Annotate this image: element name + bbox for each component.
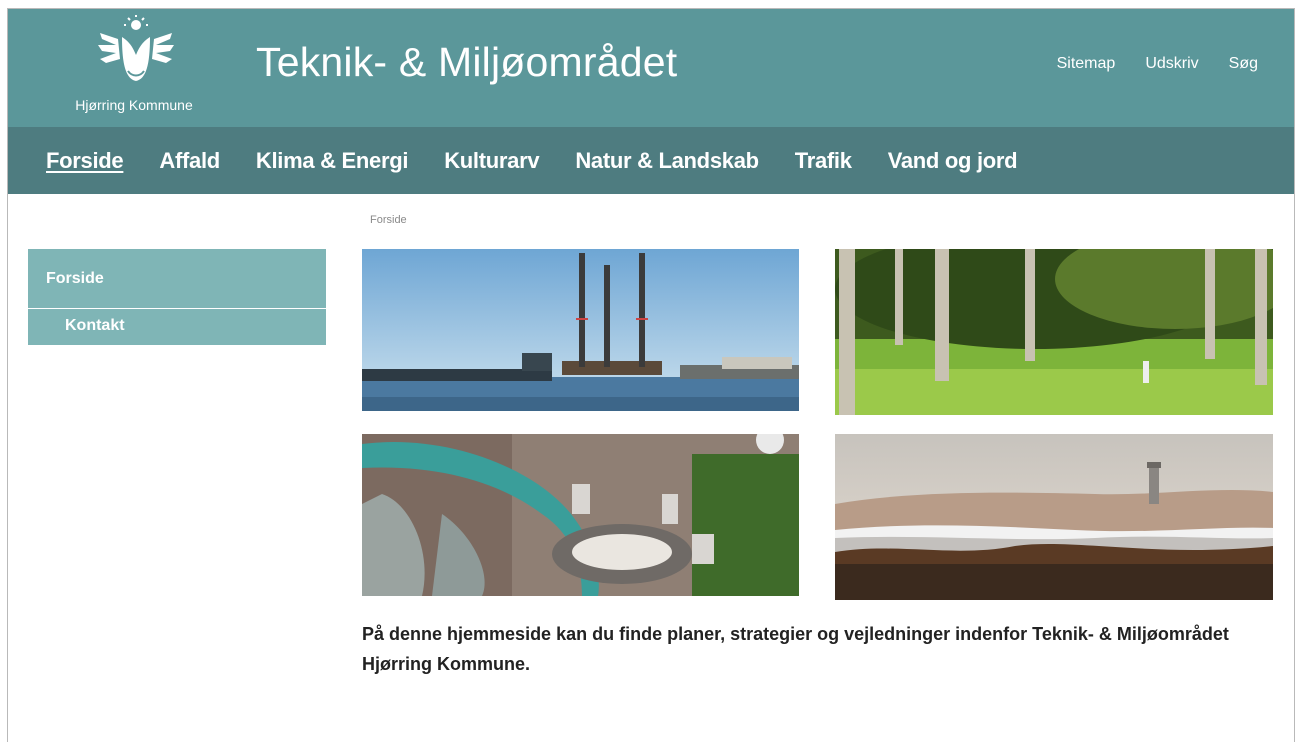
logo-text: Hjørring Kommune	[75, 97, 193, 113]
sitemap-link[interactable]: Sitemap	[1057, 55, 1116, 73]
side-menu-item-kontakt[interactable]: Kontakt	[28, 308, 326, 345]
nav-item-trafik[interactable]: Trafik	[795, 148, 852, 174]
nav-item-natur-landskab[interactable]: Natur & Landskab	[575, 148, 759, 174]
intro-text: På denne hjemmeside kan du finde planer,…	[362, 624, 1229, 674]
search-link[interactable]: Søg	[1229, 55, 1258, 73]
breadcrumb[interactable]: Forside	[370, 214, 407, 226]
side-menu-item-forside[interactable]: Forside	[28, 249, 326, 308]
site-header: Hjørring Kommune Teknik- & Miljøområdet …	[8, 9, 1294, 127]
nav-item-affald[interactable]: Affald	[159, 148, 220, 174]
logo-emblem-icon	[98, 15, 174, 81]
sculpture-square-image	[362, 434, 799, 596]
nav-item-forside[interactable]: Forside	[46, 148, 124, 174]
dunes-lighthouse-image	[835, 434, 1273, 600]
nav-item-kulturarv[interactable]: Kulturarv	[444, 148, 539, 174]
side-menu: Forside Kontakt	[28, 249, 326, 345]
nav-item-klima-energi[interactable]: Klima & Energi	[256, 148, 409, 174]
utility-links: Sitemap Udskriv Søg	[1057, 55, 1258, 73]
main-navigation: Forside Affald Klima & Energi Kulturarv …	[8, 127, 1294, 194]
harbour-rigs-image	[362, 249, 799, 411]
municipality-logo[interactable]: Hjørring Kommune	[64, 15, 204, 119]
nav-item-vand-og-jord[interactable]: Vand og jord	[888, 148, 1018, 174]
site-title: Teknik- & Miljøområdet	[256, 39, 678, 85]
forest-park-image	[835, 249, 1273, 415]
print-link[interactable]: Udskriv	[1145, 55, 1198, 73]
page-frame: Hjørring Kommune Teknik- & Miljøområdet …	[7, 8, 1295, 742]
